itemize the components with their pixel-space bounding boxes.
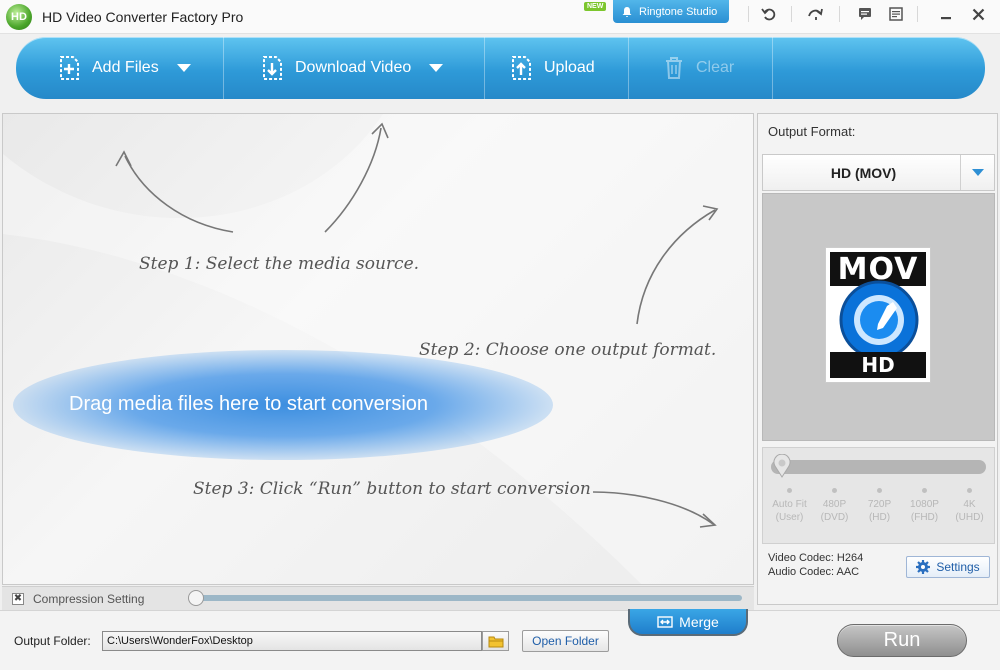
media-drop-area[interactable]: Step 1: Select the media source. Step 2:…: [2, 113, 754, 585]
audio-codec-text: Audio Codec: AAC: [768, 566, 860, 578]
titlebar-divider: [839, 6, 840, 22]
quicktime-icon: [839, 280, 919, 360]
app-logo: HD: [6, 4, 32, 30]
titlebar-divider: [748, 6, 749, 22]
run-button[interactable]: Run: [837, 624, 967, 657]
add-files-dropdown-icon[interactable]: [176, 64, 191, 72]
chevron-down-icon[interactable]: [960, 155, 994, 190]
output-format-value: HD (MOV): [830, 164, 897, 181]
add-file-icon: [58, 55, 82, 81]
mov-format-icon: MOV HD: [825, 247, 931, 383]
output-folder-label: Output Folder:: [14, 634, 91, 648]
settings-label: Settings: [936, 560, 980, 574]
toolbar-divider: [484, 37, 485, 99]
settings-button[interactable]: Settings: [906, 556, 990, 578]
quality-mark[interactable]: 4K (UHD): [948, 488, 992, 524]
compression-checkbox[interactable]: ✖: [12, 593, 24, 605]
quality-mark[interactable]: 480P (DVD): [813, 488, 857, 524]
compression-label: Compression Setting: [33, 592, 145, 606]
bottom-bar: Merge Output Folder: Open Folder Run: [0, 609, 1000, 670]
output-format-panel: Output Format: HD (MOV) MOV HD Auto Fit(…: [757, 113, 998, 605]
download-video-dropdown-icon[interactable]: [429, 64, 444, 72]
download-icon: [261, 55, 285, 81]
download-video-label: Download Video: [295, 59, 412, 76]
quality-slider-thumb[interactable]: [773, 454, 791, 478]
compression-setting-bar: ✖ Compression Setting: [2, 586, 754, 610]
close-icon[interactable]: [966, 4, 990, 24]
titlebar-divider: [917, 6, 918, 22]
step-2-text: Step 2: Choose one output format.: [419, 340, 717, 360]
format-preview[interactable]: MOV HD: [762, 193, 995, 441]
video-codec-text: Video Codec: H264: [768, 552, 864, 564]
toolbar-divider: [772, 37, 773, 99]
minimize-icon[interactable]: [934, 4, 958, 24]
output-format-label: Output Format:: [768, 124, 856, 139]
folder-icon: [488, 636, 503, 647]
drag-hint-text: Drag media files here to start conversio…: [69, 393, 429, 415]
add-files-label: Add Files: [92, 59, 159, 76]
upload-button[interactable]: Upload: [510, 37, 595, 99]
merge-button[interactable]: Merge: [628, 609, 748, 636]
browse-folder-button[interactable]: [482, 631, 509, 651]
ringtone-studio-button[interactable]: Ringtone Studio: [613, 0, 729, 23]
gear-icon: [916, 560, 931, 574]
quality-mark[interactable]: Auto Fit (User): [768, 488, 812, 524]
chat-icon[interactable]: [853, 4, 877, 24]
refresh-icon[interactable]: [804, 4, 828, 24]
quality-slider-track[interactable]: [771, 460, 986, 474]
toolbar-divider: [223, 37, 224, 99]
app-title: HD Video Converter Factory Pro: [42, 9, 244, 25]
output-folder-input[interactable]: [102, 631, 482, 651]
add-files-button[interactable]: Add Files: [58, 37, 191, 99]
compression-slider-thumb[interactable]: [188, 590, 204, 606]
titlebar-divider: [791, 6, 792, 22]
new-badge: NEW: [584, 2, 607, 11]
toolbar-divider: [628, 37, 629, 99]
open-folder-button[interactable]: Open Folder: [522, 630, 609, 652]
quality-slider-box: Auto Fit (User) 480P (DVD) 720P (HD) 1080P(…: [762, 447, 995, 544]
clear-label: Clear: [696, 59, 735, 76]
output-format-select[interactable]: HD (MOV): [762, 154, 995, 191]
compression-slider-track[interactable]: [192, 595, 742, 601]
bell-icon: [622, 6, 632, 17]
upload-icon: [510, 55, 534, 81]
trash-icon: [662, 55, 686, 81]
ringtone-studio-label: Ringtone Studio: [639, 5, 718, 18]
step-3-text: Step 3: Click “Run” button to start conv…: [193, 479, 591, 499]
step-1-text: Step 1: Select the media source.: [139, 254, 420, 274]
undo-icon[interactable]: [757, 4, 781, 24]
app-logo-text: HD: [11, 11, 27, 23]
main-toolbar: Add Files Download Video Upload Clear: [16, 37, 985, 99]
list-icon[interactable]: [884, 4, 908, 24]
clear-button[interactable]: Clear: [662, 37, 734, 99]
upload-label: Upload: [544, 59, 595, 76]
quality-mark[interactable]: 720P (HD): [858, 488, 902, 524]
quality-marks: Auto Fit (User) 480P (DVD) 720P (HD) 1080P(…: [763, 488, 996, 524]
download-video-button[interactable]: Download Video: [261, 37, 444, 99]
quality-mark[interactable]: 1080P (FHD): [903, 488, 947, 524]
merge-label: Merge: [679, 613, 719, 630]
hd-label: HD: [830, 352, 926, 378]
title-bar: HD HD Video Converter Factory Pro NEW Ri…: [0, 0, 1000, 34]
merge-icon: [657, 615, 673, 628]
